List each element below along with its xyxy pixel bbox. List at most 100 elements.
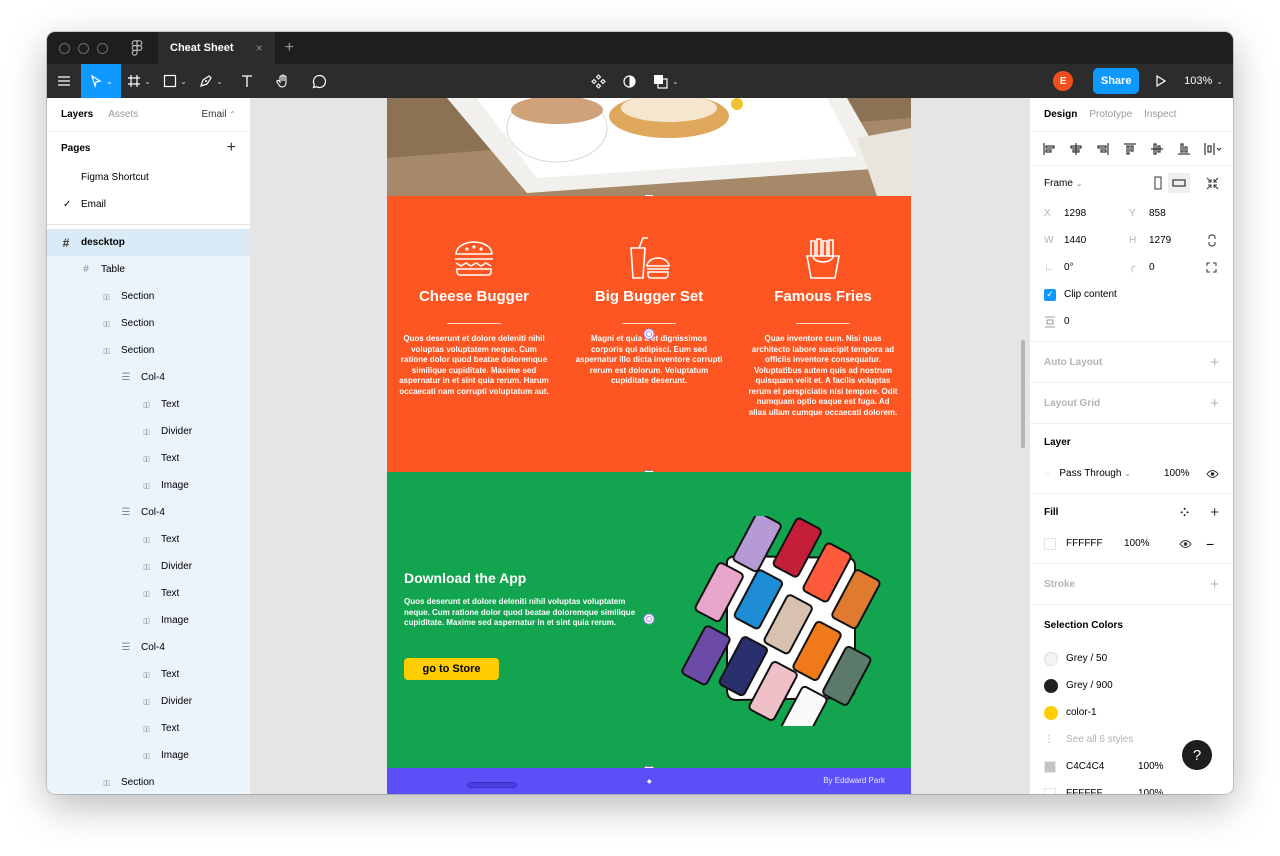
see-all-styles-link[interactable]: See all 6 styles — [1066, 734, 1133, 745]
portrait-orientation-icon[interactable] — [1152, 176, 1164, 190]
align-top-icon[interactable] — [1123, 142, 1137, 156]
color-swatch[interactable] — [1044, 678, 1058, 693]
tab-design[interactable]: Design — [1044, 109, 1077, 120]
style-grid-icon[interactable]: ⁘ — [1180, 506, 1189, 519]
hex-color-row[interactable]: FFFFFF 100% — [1030, 780, 1233, 794]
layer-row[interactable]: ▯▯ Text — [47, 445, 250, 472]
remove-fill-minus-icon[interactable]: − — [1206, 536, 1214, 552]
component-icon[interactable] — [591, 73, 606, 89]
new-tab-button[interactable]: + — [285, 39, 294, 57]
share-button[interactable]: Share — [1093, 68, 1140, 94]
page-item[interactable]: ✓ Email — [47, 191, 250, 218]
add-stroke-plus-icon[interactable]: + — [1210, 576, 1219, 593]
add-page-plus-icon[interactable]: + — [227, 139, 236, 157]
layer-row[interactable]: ▯▯ Text — [47, 391, 250, 418]
hex-opacity[interactable]: 100% — [1138, 761, 1164, 772]
tab-close-icon[interactable]: × — [256, 41, 263, 55]
layer-row[interactable]: ▯▯ Text — [47, 526, 250, 553]
shape-tool-button[interactable]: ⌄ — [157, 64, 193, 98]
h-input[interactable]: 1279 — [1149, 235, 1171, 246]
frame-tool-button[interactable]: ⌄ — [121, 64, 157, 98]
layer-row[interactable]: ▯▯ Image — [47, 472, 250, 499]
y-input[interactable]: 858 — [1149, 208, 1166, 219]
menu-col-1[interactable]: Cheese Bugger Quos deserunt et dolore de… — [399, 236, 549, 397]
hex-value[interactable]: FFFFFF — [1066, 788, 1138, 794]
comment-tool-button[interactable] — [301, 64, 337, 98]
zoom-dropdown[interactable]: 103% ⌄ — [1184, 75, 1223, 87]
distribute-icon[interactable] — [1204, 142, 1222, 156]
style-color-row[interactable]: Grey / 50 — [1030, 645, 1233, 672]
layer-row[interactable]: ▯▯ Image — [47, 607, 250, 634]
hex-value[interactable]: C4C4C4 — [1066, 761, 1138, 772]
color-swatch[interactable] — [1044, 787, 1056, 794]
layer-row[interactable]: # Table — [47, 256, 250, 283]
spacing-input[interactable]: 0 — [1064, 316, 1070, 327]
layer-row[interactable]: ▯▯ Divider — [47, 553, 250, 580]
layer-row[interactable]: ▯▯ Section — [47, 769, 250, 794]
tab-inspect[interactable]: Inspect — [1144, 109, 1176, 120]
style-color-row[interactable]: Grey / 900 — [1030, 672, 1233, 699]
close-window-button[interactable] — [59, 42, 70, 54]
fill-opacity-input[interactable]: 100% — [1124, 538, 1150, 549]
eye-icon[interactable] — [1179, 539, 1192, 549]
radius-input[interactable]: 0 — [1149, 262, 1155, 273]
pen-tool-button[interactable]: ⌄ — [193, 64, 229, 98]
align-vertical-center-icon[interactable] — [1150, 142, 1164, 156]
tab-layers[interactable]: Layers — [61, 109, 93, 120]
frame-preset-dropdown[interactable]: Frame ⌄ — [1044, 178, 1082, 189]
align-bottom-icon[interactable] — [1177, 142, 1191, 156]
minimize-window-button[interactable] — [78, 42, 89, 54]
align-horizontal-center-icon[interactable] — [1069, 142, 1083, 156]
layer-row[interactable]: ☰ Col-4 — [47, 364, 250, 391]
email-frame[interactable]: Cheese Bugger Quos deserunt et dolore de… — [387, 98, 911, 794]
layer-row[interactable]: ▯▯ Divider — [47, 418, 250, 445]
w-input[interactable]: 1440 — [1064, 235, 1129, 246]
color-swatch[interactable] — [1044, 705, 1058, 720]
layer-row[interactable]: ☰ Col-4 — [47, 499, 250, 526]
layer-opacity-input[interactable]: 100% — [1164, 468, 1190, 479]
help-button[interactable]: ? — [1182, 740, 1212, 770]
rotation-input[interactable]: 0° — [1064, 262, 1129, 273]
canvas-vertical-scrollbar[interactable] — [1021, 340, 1025, 448]
layer-row[interactable]: ▯▯ Section — [47, 337, 250, 364]
color-swatch[interactable] — [1044, 651, 1058, 666]
layer-row[interactable]: ▯▯ Divider — [47, 688, 250, 715]
hand-tool-button[interactable] — [265, 64, 301, 98]
tab-prototype[interactable]: Prototype — [1089, 109, 1132, 120]
main-menu-button[interactable] — [47, 64, 81, 98]
footer-section[interactable]: ◆ By Eddward Park — [387, 768, 911, 794]
move-tool-button[interactable]: ⌄ — [81, 64, 121, 98]
menu-col-2[interactable]: Big Bugger Set Magni et quia a et dignis… — [574, 236, 724, 387]
add-auto-layout-plus-icon[interactable]: + — [1210, 354, 1219, 371]
style-color-row[interactable]: color-1 — [1030, 699, 1233, 726]
text-tool-button[interactable] — [229, 64, 265, 98]
resize-to-fit-icon[interactable] — [1206, 177, 1219, 190]
align-right-icon[interactable] — [1096, 142, 1110, 156]
fill-swatch[interactable] — [1044, 537, 1056, 550]
user-avatar[interactable]: E — [1053, 71, 1074, 91]
file-tab[interactable]: Cheat Sheet × — [158, 32, 275, 64]
download-app-section[interactable]: Download the App Quos deserunt et dolore… — [387, 472, 911, 769]
center-target-icon[interactable] — [643, 613, 655, 625]
align-left-icon[interactable] — [1042, 142, 1056, 156]
layer-row[interactable]: ▯▯ Section — [47, 310, 250, 337]
menu-section[interactable]: Cheese Bugger Quos deserunt et dolore de… — [387, 196, 911, 473]
go-to-store-button[interactable]: go to Store — [404, 658, 499, 680]
layer-row[interactable]: # descktop — [47, 229, 250, 256]
layer-row[interactable]: ▯▯ Text — [47, 661, 250, 688]
page-item[interactable]: Figma Shortcut — [47, 164, 250, 191]
current-page-selector[interactable]: Email ⌃ — [202, 109, 237, 120]
add-fill-plus-icon[interactable]: + — [1210, 504, 1219, 521]
menu-col-3[interactable]: Famous Fries Quae inventore cum. Nisi qu… — [748, 236, 898, 418]
constrain-proportions-icon[interactable] — [1208, 234, 1216, 247]
independent-corners-icon[interactable] — [1206, 262, 1217, 273]
hex-opacity[interactable]: 100% — [1138, 788, 1164, 794]
color-swatch[interactable] — [1044, 760, 1056, 773]
center-target-icon[interactable] — [643, 328, 655, 340]
boolean-group-button[interactable]: ⌄ — [653, 74, 679, 89]
design-canvas[interactable]: Cheese Bugger Quos deserunt et dolore de… — [251, 98, 1029, 794]
contrast-mask-icon[interactable] — [622, 74, 637, 89]
landscape-orientation-button[interactable] — [1168, 173, 1190, 193]
present-play-icon[interactable] — [1155, 75, 1167, 87]
blend-mode-dropdown[interactable]: Pass Through ⌄ — [1059, 468, 1131, 479]
